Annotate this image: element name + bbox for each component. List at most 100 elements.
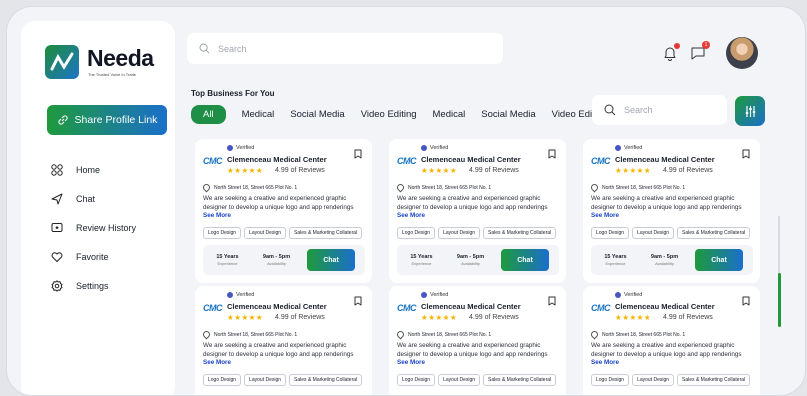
sidebar-item-chat[interactable]: Chat [51, 184, 136, 213]
description-text: We are seeking a creative and experience… [203, 342, 354, 358]
verified-label: Verified [236, 292, 255, 298]
scrollbar-thumb[interactable] [778, 273, 781, 327]
card-footer: 15 Years Experience 9am - 5pm Availabili… [591, 245, 753, 275]
logo-mark-icon [45, 45, 79, 79]
brand-logo[interactable]: Needa The Trusted Voice In Trade [45, 43, 165, 83]
address-text: North Street 18, Street 665 Plot No. 1 [602, 331, 686, 338]
sidebar-item-home[interactable]: Home [51, 155, 136, 184]
bookmark-icon[interactable] [741, 149, 751, 159]
business-card[interactable]: CMC Verified Clemenceau Medical Center ★… [195, 139, 372, 283]
tag: Logo Design [203, 374, 242, 386]
chat-button[interactable]: Chat [695, 249, 743, 271]
description: We are seeking a creative and experience… [203, 195, 365, 221]
business-card[interactable]: CMC Verified Clemenceau Medical Center ★… [389, 286, 566, 395]
verified-label: Verified [430, 145, 449, 151]
business-name[interactable]: Clemenceau Medical Center [421, 302, 521, 311]
chip-medical[interactable]: Medical [433, 109, 466, 120]
location-pin-icon [201, 329, 212, 340]
see-more-link[interactable]: See More [397, 212, 425, 219]
business-name[interactable]: Clemenceau Medical Center [421, 155, 521, 164]
chip-video-editing[interactable]: Video Editing [361, 109, 417, 120]
experience-label: Experience [605, 261, 626, 266]
see-more-link[interactable]: See More [203, 359, 231, 366]
verified-label: Verified [236, 145, 255, 151]
sidebar-item-favorite[interactable]: Favorite [51, 242, 136, 271]
filter-button[interactable] [735, 96, 765, 126]
star-rating-icon: ★★★★★ [227, 166, 264, 175]
sliders-icon [745, 105, 755, 117]
sidebar-item-label: Favorite [76, 251, 109, 262]
notifications-button[interactable] [662, 43, 680, 61]
experience-label: Experience [217, 261, 238, 266]
business-card[interactable]: CMC Verified Clemenceau Medical Center ★… [583, 286, 760, 395]
verified-icon [421, 292, 427, 298]
review-icon [51, 222, 63, 232]
company-logo: CMC [397, 303, 417, 313]
tag-list: Logo Design Layout Design Sales & Market… [397, 374, 557, 386]
company-logo: CMC [591, 156, 611, 166]
verified-label: Verified [430, 292, 449, 298]
messages-button[interactable]: 1 [690, 41, 710, 61]
company-logo: CMC [203, 156, 223, 166]
availability-label: Availability [655, 261, 674, 266]
availability-value: 9am - 5pm [650, 254, 679, 260]
address-text: North Street 18, Street 665 Plot No. 1 [214, 184, 298, 191]
sidebar-item-review-history[interactable]: Review History [51, 213, 136, 242]
card-header: CMC Verified Clemenceau Medical Center ★… [591, 145, 751, 180]
star-rating-icon: ★★★★★ [615, 313, 652, 322]
card-footer: 15 Years Experience 9am - 5pm Availabili… [397, 245, 559, 275]
tag: Layout Design [438, 227, 481, 239]
business-search-input[interactable]: Search [592, 95, 727, 125]
chat-button[interactable]: Chat [501, 249, 549, 271]
see-more-link[interactable]: See More [591, 359, 619, 366]
availability-value: 9am - 5pm [456, 254, 485, 260]
notification-dot [674, 43, 680, 49]
chat-button[interactable]: Chat [307, 249, 355, 271]
business-card[interactable]: CMC Verified Clemenceau Medical Center ★… [389, 139, 566, 283]
bookmark-icon[interactable] [547, 149, 557, 159]
tag: Sales & Marketing Collateral [483, 374, 557, 386]
chip-medical[interactable]: Medical [242, 109, 275, 120]
see-more-link[interactable]: See More [591, 212, 619, 219]
sidebar-item-settings[interactable]: Settings [51, 271, 136, 300]
rating-text: 4.99 of Reviews [663, 314, 713, 321]
share-profile-link-button[interactable]: Share Profile Link [47, 105, 167, 135]
avatar[interactable] [726, 37, 758, 69]
chip-all[interactable]: All [191, 105, 226, 124]
availability-value: 9am - 5pm [262, 254, 291, 260]
rating-text: 4.99 of Reviews [663, 167, 713, 174]
business-card[interactable]: CMC Verified Clemenceau Medical Center ★… [195, 286, 372, 395]
verified-icon [227, 292, 233, 298]
sidebar-item-label: Settings [76, 280, 109, 291]
tag: Sales & Marketing Collateral [289, 227, 363, 239]
business-name[interactable]: Clemenceau Medical Center [227, 302, 327, 311]
bookmark-icon[interactable] [353, 296, 363, 306]
business-name[interactable]: Clemenceau Medical Center [227, 155, 327, 164]
verified-badge: Verified [421, 145, 448, 151]
business-name[interactable]: Clemenceau Medical Center [615, 302, 715, 311]
tag: Sales & Marketing Collateral [677, 374, 751, 386]
business-name[interactable]: Clemenceau Medical Center [615, 155, 715, 164]
verified-badge: Verified [615, 292, 642, 298]
description-text: We are seeking a creative and experience… [397, 195, 548, 211]
verified-badge: Verified [227, 292, 254, 298]
chip-social-media[interactable]: Social Media [481, 109, 535, 120]
see-more-link[interactable]: See More [203, 212, 231, 219]
bookmark-icon[interactable] [353, 149, 363, 159]
business-card[interactable]: CMC Verified Clemenceau Medical Center ★… [583, 139, 760, 283]
location-pin-icon [589, 182, 600, 193]
brand-tagline: The Trusted Voice In Trade [88, 72, 137, 77]
send-icon [51, 193, 63, 204]
see-more-link[interactable]: See More [397, 359, 425, 366]
availability-label: Availability [267, 261, 286, 266]
tag: Logo Design [397, 227, 436, 239]
bookmark-icon[interactable] [741, 296, 751, 306]
top-search-input[interactable]: Search [187, 33, 503, 64]
bookmark-icon[interactable] [547, 296, 557, 306]
address: North Street 18, Street 665 Plot No. 1 [589, 182, 685, 193]
description-text: We are seeking a creative and experience… [591, 195, 742, 211]
heart-icon [51, 251, 63, 262]
chip-social-media[interactable]: Social Media [290, 109, 344, 120]
verified-badge: Verified [227, 145, 254, 151]
address: North Street 18, Street 665 Plot No. 1 [395, 329, 491, 340]
